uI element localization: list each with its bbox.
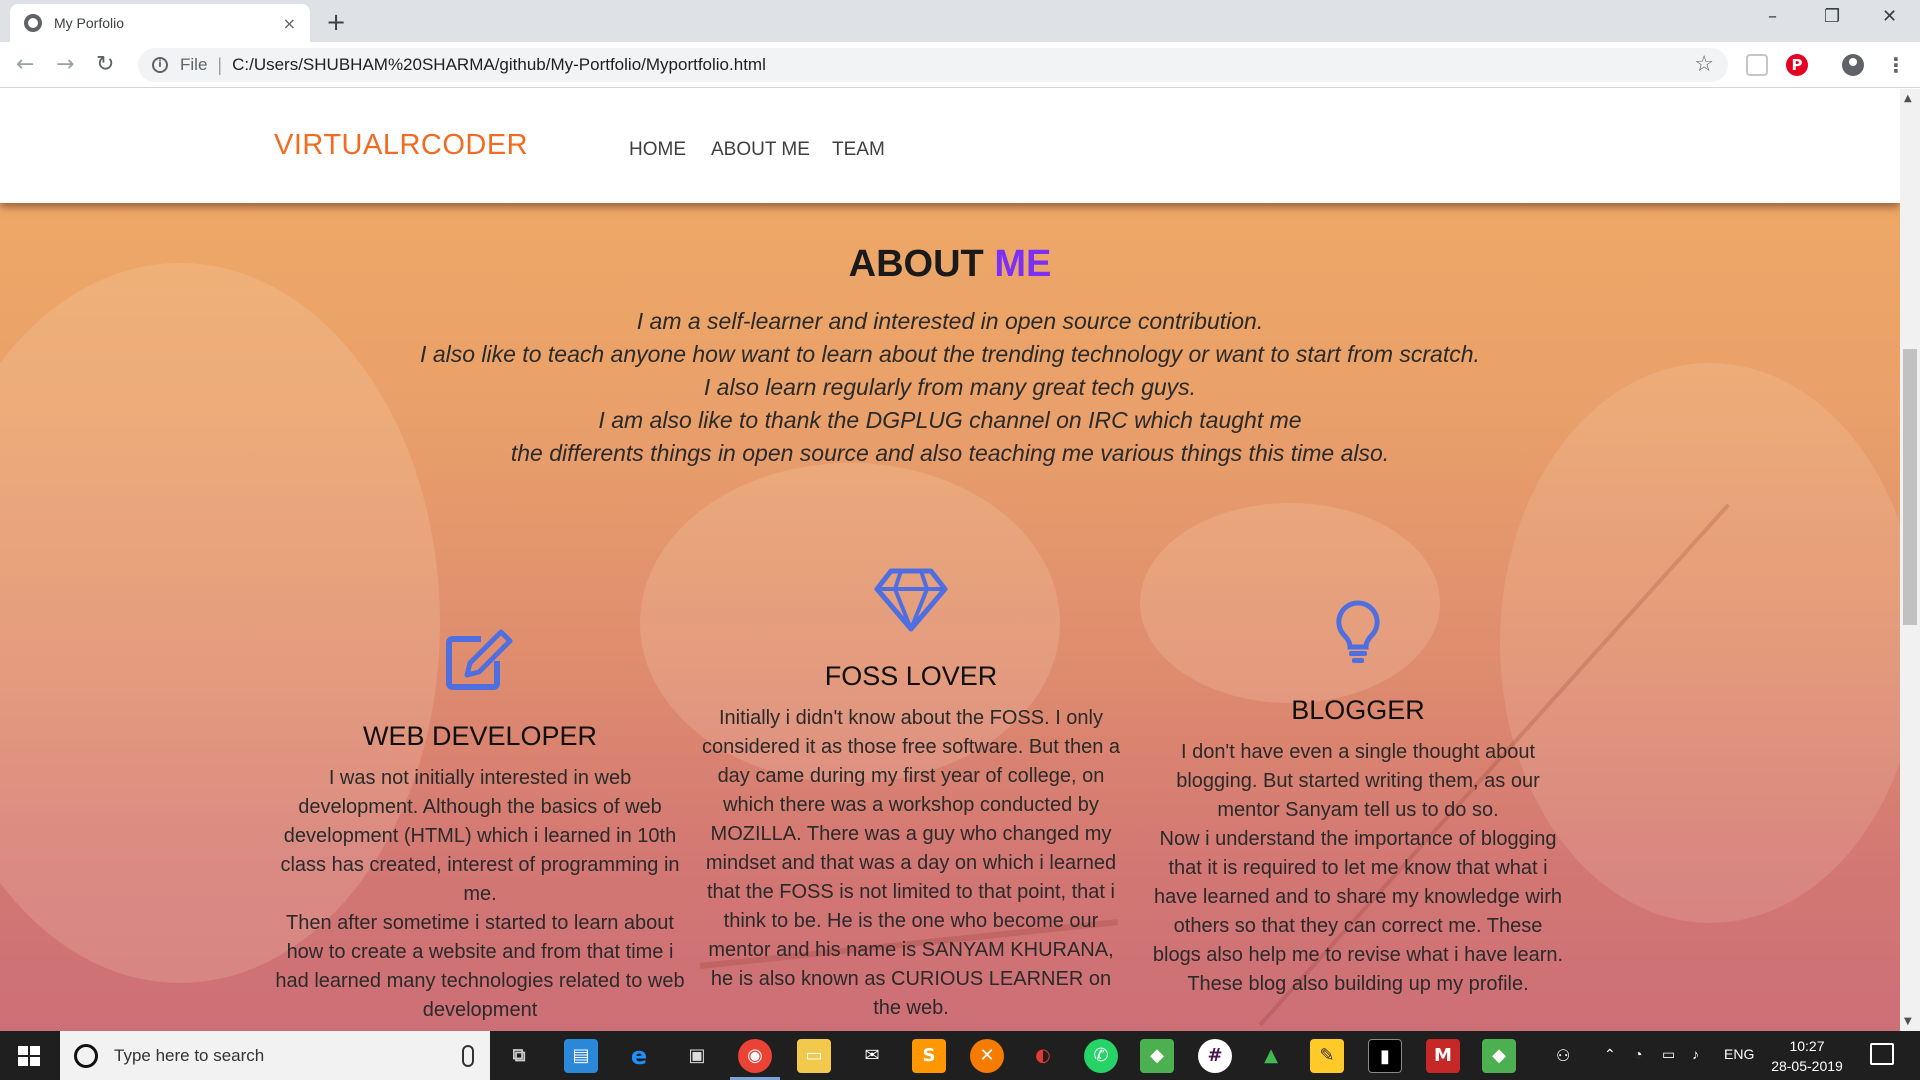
info-icon[interactable]: i xyxy=(152,57,168,73)
app-icon[interactable]: ◐ xyxy=(1026,1039,1060,1073)
search-placeholder: Type here to search xyxy=(114,1045,265,1065)
site-brand[interactable]: VIRTUALRCODER xyxy=(274,129,528,162)
scroll-up-icon[interactable]: ▲ xyxy=(1904,93,1912,104)
windows-start-icon[interactable] xyxy=(18,1046,40,1066)
pinterest-icon[interactable]: P xyxy=(1786,54,1808,76)
globe-icon xyxy=(24,14,42,32)
card-text: I don't have even a single thought about… xyxy=(1176,741,1540,821)
intro-line: I also learn regularly from many great t… xyxy=(703,374,1197,400)
clock-date: 28-05-2019 xyxy=(1771,1058,1843,1074)
card-blogger: BLOGGER I don't have even a single thoug… xyxy=(1148,599,1568,999)
intro-line: I am a self-learner and interested in op… xyxy=(636,308,1264,334)
card-title: BLOGGER xyxy=(1291,695,1425,725)
url-text[interactable]: C:/Users/SHUBHAM%20SHARMA/github/My-Port… xyxy=(232,55,766,75)
chevron-up-icon[interactable]: ⌃ xyxy=(1604,1046,1616,1063)
file-explorer-icon[interactable]: ▭ xyxy=(797,1039,831,1073)
card-text: I was not initially interested in web de… xyxy=(280,767,680,905)
slack-icon[interactable]: # xyxy=(1198,1039,1232,1073)
card-text: Initially i didn't know about the FOSS. … xyxy=(701,707,1121,1019)
app-icon[interactable]: ▲ xyxy=(1254,1039,1288,1073)
microphone-icon[interactable] xyxy=(462,1044,474,1067)
address-bar[interactable]: i File | C:/Users/SHUBHAM%20SHARMA/githu… xyxy=(138,48,1728,82)
notification-center-icon[interactable] xyxy=(1870,1043,1894,1065)
notepad-icon[interactable]: ✎ xyxy=(1310,1039,1344,1073)
terminal-icon[interactable]: ▮ xyxy=(1368,1039,1402,1073)
reload-icon[interactable]: ↻ xyxy=(96,52,114,77)
tab-strip: My Porfolio × + – ❐ ✕ xyxy=(0,0,1920,42)
section-title: ABOUT ME xyxy=(0,243,1900,286)
new-tab-button[interactable]: + xyxy=(326,8,346,36)
browser-tab[interactable]: My Porfolio × xyxy=(10,4,310,42)
wifi-icon[interactable]: ◔ xyxy=(1634,1046,1642,1062)
store-icon[interactable]: ▣ xyxy=(680,1039,714,1073)
language-indicator[interactable]: ENG xyxy=(1724,1046,1754,1062)
clock[interactable]: 10:27 28-05-2019 xyxy=(1762,1036,1852,1076)
tab-close-icon[interactable]: × xyxy=(283,14,296,33)
section-title-highlight: ME xyxy=(994,243,1052,285)
url-separator: | xyxy=(217,54,223,75)
sublime-text-icon[interactable]: S xyxy=(912,1039,946,1073)
card-text: Then after sometime i started to learn a… xyxy=(275,912,685,1021)
intro-line: I also like to teach anyone how want to … xyxy=(420,341,1480,367)
restore-button[interactable]: ❐ xyxy=(1824,6,1840,27)
card-title: FOSS LOVER xyxy=(824,661,998,691)
back-icon[interactable]: ← xyxy=(16,52,34,77)
people-icon[interactable]: ⚇ xyxy=(1556,1046,1570,1066)
app-icon[interactable]: ◆ xyxy=(1482,1039,1516,1073)
site-header: VIRTUALRCODER HOME ABOUT ME TEAM xyxy=(0,89,1900,203)
nav-team[interactable]: TEAM xyxy=(832,139,885,161)
page-viewport: VIRTUALRCODER HOME ABOUT ME TEAM ABOUT M… xyxy=(0,89,1900,1031)
whatsapp-icon[interactable]: ✆ xyxy=(1084,1039,1118,1073)
battery-icon[interactable]: ▭ xyxy=(1662,1046,1675,1063)
scrollbar-thumb[interactable] xyxy=(1903,349,1917,625)
nav-about-me[interactable]: ABOUT ME xyxy=(711,139,810,161)
chrome-icon[interactable]: ◉ xyxy=(730,1039,780,1080)
page-scrollbar[interactable]: ▲ ▼ xyxy=(1900,89,1920,1031)
card-foss-lover: FOSS LOVER Initially i didn't know about… xyxy=(701,567,1121,1023)
intro-line: the differents things in open source and… xyxy=(510,440,1390,466)
intro-line: I am also like to thank the DGPLUG chann… xyxy=(598,407,1302,433)
cortana-icon xyxy=(74,1043,98,1068)
xampp-icon[interactable]: ✕ xyxy=(970,1039,1004,1073)
card-text: Now i understand the importance of blogg… xyxy=(1152,828,1564,995)
forward-icon[interactable]: → xyxy=(56,52,74,77)
nav-home[interactable]: HOME xyxy=(629,139,686,161)
task-view-icon[interactable]: ⧉ xyxy=(502,1039,536,1073)
edit-icon xyxy=(446,629,513,690)
clock-time: 10:27 xyxy=(1789,1038,1825,1054)
card-web-developer: WEB DEVELOPER I was not initially intere… xyxy=(270,627,690,1025)
taskbar-search[interactable]: Type here to search xyxy=(60,1031,490,1080)
lightbulb-icon xyxy=(1336,600,1380,663)
taskbar: Type here to search ⧉ ▤ e ▣ ◉ ▭ ✉ S ✕ ◐ … xyxy=(0,1031,1920,1080)
scroll-down-icon[interactable]: ▼ xyxy=(1904,1016,1912,1027)
mail-icon[interactable]: ✉ xyxy=(855,1039,889,1073)
about-section: ABOUT ME I am a self-learner and interes… xyxy=(0,203,1900,1031)
app-icon[interactable]: ▤ xyxy=(564,1039,598,1073)
url-scheme: File xyxy=(180,55,208,74)
section-title-text: ABOUT xyxy=(848,243,984,285)
volume-icon[interactable]: ♪ xyxy=(1692,1046,1699,1062)
account-icon[interactable] xyxy=(1842,54,1864,76)
menu-icon[interactable]: ⋮ xyxy=(1886,54,1906,76)
close-window-button[interactable]: ✕ xyxy=(1882,6,1897,27)
bookmark-star-icon[interactable]: ☆ xyxy=(1694,52,1714,77)
diamond-icon xyxy=(874,568,948,632)
browser-toolbar: ← → ↻ i File | C:/Users/SHUBHAM%20SHARMA… xyxy=(0,42,1920,88)
tab-title: My Porfolio xyxy=(54,15,125,31)
mcafee-icon[interactable]: M xyxy=(1426,1039,1460,1073)
card-title: WEB DEVELOPER xyxy=(362,721,598,751)
intro-text: I am a self-learner and interested in op… xyxy=(250,305,1650,470)
app-icon[interactable]: ◆ xyxy=(1140,1039,1174,1073)
extension-icon[interactable] xyxy=(1746,54,1768,76)
minimize-button[interactable]: – xyxy=(1768,6,1777,27)
edge-icon[interactable]: e xyxy=(622,1039,656,1073)
